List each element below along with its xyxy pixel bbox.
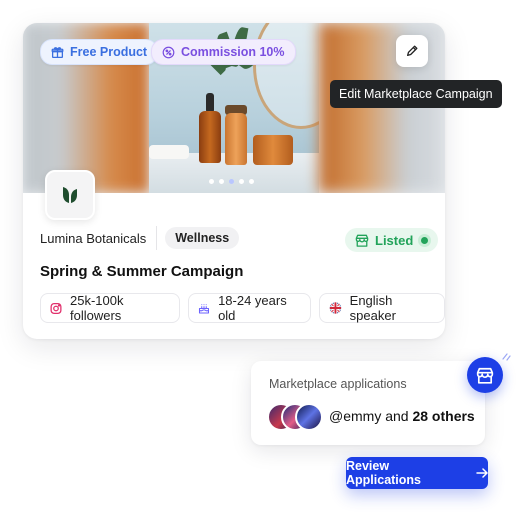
applicants-conjunction: and — [381, 408, 413, 424]
store-icon — [355, 234, 369, 247]
listed-label: Listed — [375, 232, 414, 248]
instagram-icon — [50, 302, 62, 314]
commission-badge: Commission 10% — [151, 39, 296, 65]
age-label: 18-24 years old — [218, 293, 287, 323]
avatar — [295, 403, 323, 431]
percent-badge-icon — [162, 46, 175, 58]
sparkle-icon — [502, 353, 511, 361]
applicants-summary: @emmy and 28 others — [329, 408, 475, 424]
edit-campaign-tooltip: Edit Marketplace Campaign — [330, 80, 502, 108]
listed-status-badge: Listed — [345, 228, 439, 252]
applications-label: Marketplace applications — [269, 377, 407, 391]
free-product-label: Free Product — [70, 45, 148, 59]
applicant-avatars — [267, 403, 323, 431]
carousel-dot[interactable] — [229, 179, 234, 184]
cake-icon — [199, 303, 210, 314]
followers-label: 25k-100k followers — [70, 293, 124, 323]
category-badge: Wellness — [165, 227, 240, 249]
campaign-card[interactable]: Free Product Commission 10% Edit Marketp… — [23, 23, 502, 339]
store-icon — [476, 367, 494, 384]
leaf-logo-icon — [63, 187, 77, 203]
campaign-title: Spring & Summer Campaign — [40, 263, 244, 280]
marketplace-applications-card[interactable]: Marketplace applications @emmy and 28 ot… — [251, 361, 485, 445]
live-indicator-dot — [421, 236, 429, 244]
brand-logo — [45, 170, 95, 220]
free-product-badge: Free Product — [40, 39, 159, 65]
applicant-handle: @emmy — [329, 408, 382, 424]
language-tag: English speaker — [318, 293, 445, 323]
divider — [156, 226, 158, 250]
carousel-dot[interactable] — [209, 179, 214, 184]
followers-tag: 25k-100k followers — [40, 293, 181, 323]
uk-flag-icon — [329, 302, 341, 314]
gift-icon — [51, 46, 64, 58]
others-count: 28 others — [412, 408, 475, 424]
language-label: English speaker — [349, 293, 396, 323]
edit-campaign-button[interactable] — [396, 35, 428, 67]
age-tag: 18-24 years old — [188, 293, 311, 323]
carousel-dots[interactable] — [209, 179, 254, 184]
brand-name: Lumina Botanicals — [40, 230, 147, 246]
review-applications-label: Review Applications — [346, 459, 422, 487]
carousel-dot[interactable] — [239, 179, 244, 184]
carousel-dot[interactable] — [249, 179, 254, 184]
marketplace-store-badge — [467, 357, 503, 393]
carousel-dot[interactable] — [219, 179, 224, 184]
pencil-icon — [406, 45, 418, 57]
arrow-right-icon — [476, 468, 488, 478]
commission-label: Commission 10% — [181, 45, 285, 59]
review-applications-button[interactable]: Review Applications — [346, 457, 488, 489]
audience-tags: 25k-100k followers 18-24 years old Engli… — [40, 293, 445, 323]
